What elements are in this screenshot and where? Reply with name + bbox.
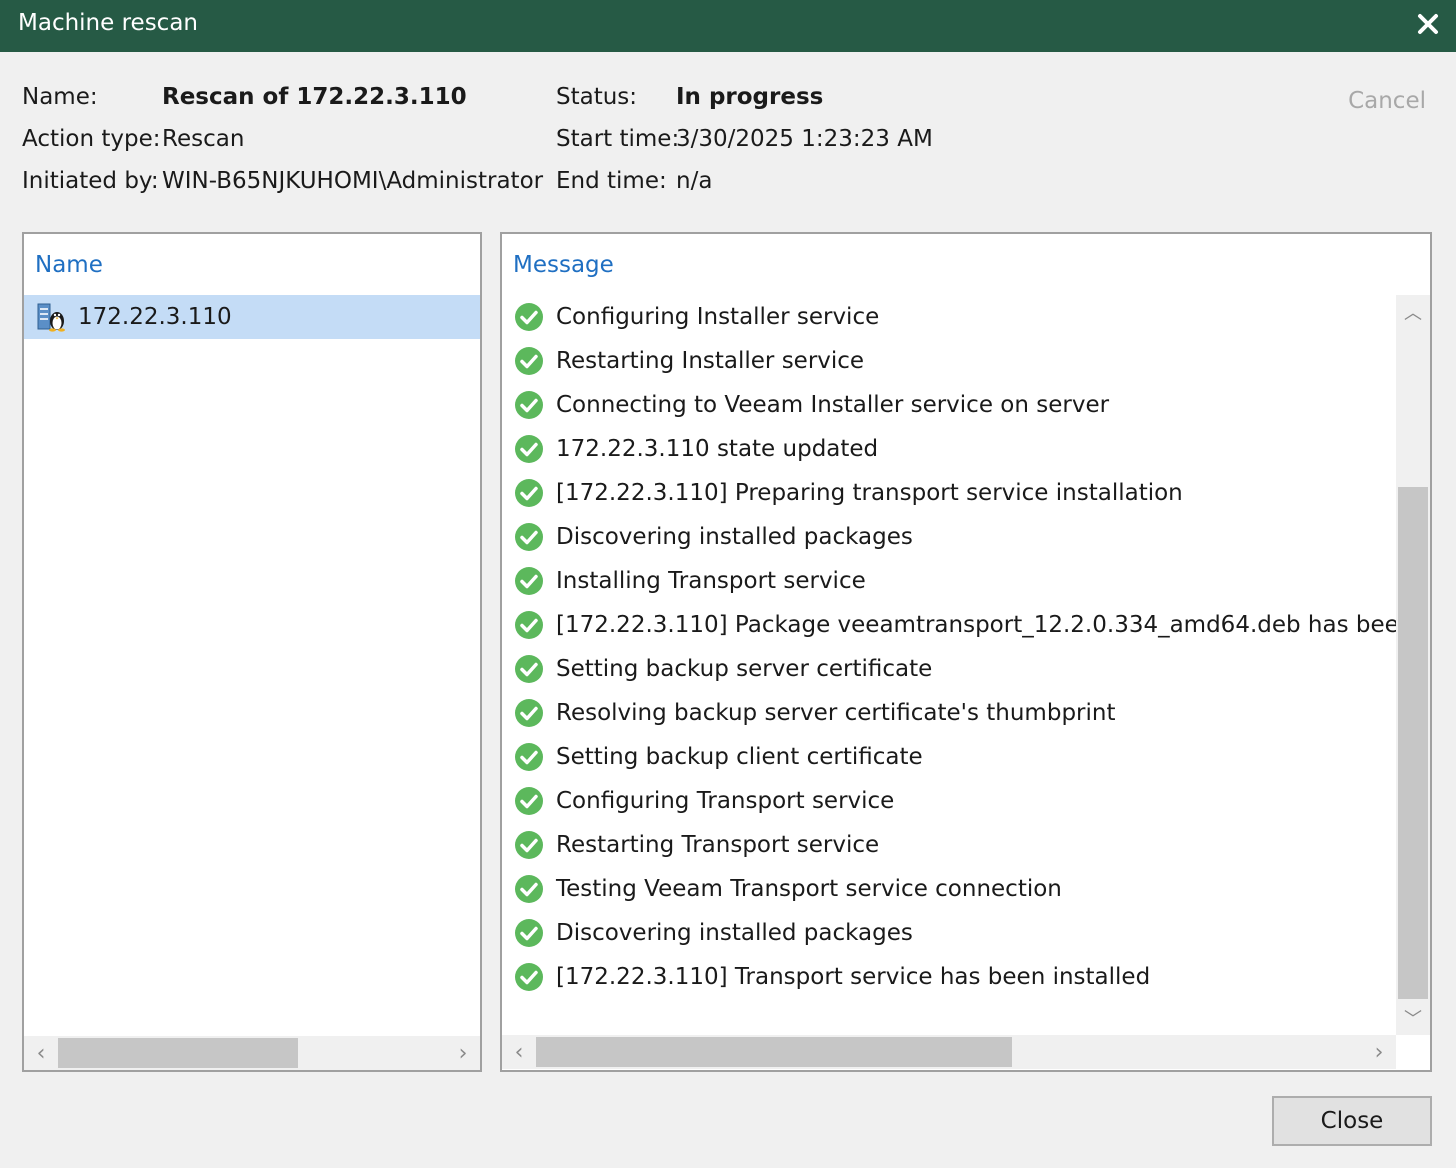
message-text: Restarting Transport service bbox=[556, 832, 880, 858]
horizontal-scroll-thumb[interactable] bbox=[536, 1037, 1012, 1067]
message-row[interactable]: Configuring Transport service bbox=[502, 779, 1396, 823]
action-type-value: Rescan bbox=[162, 126, 245, 152]
message-text: 172.22.3.110 state updated bbox=[556, 436, 879, 462]
success-check-icon bbox=[515, 743, 543, 771]
status-label: Status: bbox=[556, 84, 638, 110]
scrollbar-corner bbox=[1396, 1035, 1430, 1070]
status-value: In progress bbox=[676, 84, 824, 110]
start-time-value: 3/30/2025 1:23:23 AM bbox=[676, 126, 933, 152]
message-text: Testing Veeam Transport service connecti… bbox=[556, 876, 1062, 902]
action-type-label: Action type: bbox=[22, 126, 161, 152]
message-row[interactable]: Discovering installed packages bbox=[502, 911, 1396, 955]
machine-row[interactable]: 172.22.3.110 bbox=[24, 295, 480, 339]
success-check-icon bbox=[515, 479, 543, 507]
message-row[interactable]: 172.22.3.110 state updated bbox=[502, 427, 1396, 471]
linux-server-icon bbox=[37, 303, 65, 332]
message-text: [172.22.3.110] Transport service has bee… bbox=[556, 964, 1151, 990]
success-check-icon bbox=[515, 303, 543, 331]
success-check-icon bbox=[515, 347, 543, 375]
message-column-header[interactable]: Message bbox=[513, 252, 614, 278]
scroll-thumb[interactable] bbox=[58, 1038, 298, 1068]
name-value: Rescan of 172.22.3.110 bbox=[162, 84, 467, 110]
scroll-down-icon[interactable]: ﹀ bbox=[1396, 1003, 1430, 1033]
scroll-left-icon[interactable]: ‹ bbox=[26, 1036, 56, 1070]
message-row[interactable]: Testing Veeam Transport service connecti… bbox=[502, 867, 1396, 911]
message-text: [172.22.3.110] Preparing transport servi… bbox=[556, 480, 1183, 506]
scroll-right-icon[interactable]: › bbox=[1364, 1035, 1394, 1069]
initiated-by-label: Initiated by: bbox=[22, 168, 159, 194]
close-button[interactable]: Close bbox=[1272, 1096, 1432, 1146]
success-check-icon bbox=[515, 391, 543, 419]
message-row[interactable]: Setting backup server certificate bbox=[502, 647, 1396, 691]
message-text: Discovering installed packages bbox=[556, 920, 913, 946]
success-check-icon bbox=[515, 875, 543, 903]
scroll-left-icon[interactable]: ‹ bbox=[504, 1035, 534, 1069]
success-check-icon bbox=[515, 963, 543, 991]
end-time-value: n/a bbox=[676, 168, 713, 194]
message-text: Configuring Transport service bbox=[556, 788, 895, 814]
messages-list: Message Configuring Installer service Res… bbox=[500, 232, 1432, 1072]
left-horizontal-scrollbar[interactable]: ‹ › bbox=[24, 1036, 480, 1070]
vertical-scrollbar[interactable]: ︿ ﹀ bbox=[1396, 295, 1430, 1035]
success-check-icon bbox=[515, 699, 543, 727]
title-bar: Machine rescan bbox=[0, 0, 1456, 52]
success-check-icon bbox=[515, 523, 543, 551]
message-row[interactable]: Resolving backup server certificate's th… bbox=[502, 691, 1396, 735]
name-column-header[interactable]: Name bbox=[35, 252, 103, 278]
success-check-icon bbox=[515, 611, 543, 639]
message-text: Configuring Installer service bbox=[556, 304, 880, 330]
success-check-icon bbox=[515, 655, 543, 683]
message-row[interactable]: [172.22.3.110] Transport service has bee… bbox=[502, 955, 1396, 999]
machines-list: Name 172.22.3.110 ‹ › bbox=[22, 232, 482, 1072]
start-time-label: Start time: bbox=[556, 126, 680, 152]
cancel-button[interactable]: Cancel bbox=[1348, 88, 1426, 114]
initiated-by-value: WIN-B65NJKUHOMI\Administrator bbox=[162, 168, 544, 194]
machine-name: 172.22.3.110 bbox=[78, 304, 232, 330]
message-text: Restarting Installer service bbox=[556, 348, 865, 374]
message-text: [172.22.3.110] Package veeamtransport_12… bbox=[556, 612, 1396, 638]
message-text: Resolving backup server certificate's th… bbox=[556, 700, 1116, 726]
close-window-button[interactable] bbox=[1410, 6, 1446, 42]
success-check-icon bbox=[515, 567, 543, 595]
success-check-icon bbox=[515, 787, 543, 815]
message-row[interactable]: [172.22.3.110] Preparing transport servi… bbox=[502, 471, 1396, 515]
message-row[interactable]: Restarting Installer service bbox=[502, 339, 1396, 383]
message-row[interactable]: [172.22.3.110] Package veeamtransport_12… bbox=[502, 603, 1396, 647]
vertical-scroll-thumb[interactable] bbox=[1398, 487, 1428, 999]
message-row[interactable]: Connecting to Veeam Installer service on… bbox=[502, 383, 1396, 427]
scroll-up-icon[interactable]: ︿ bbox=[1396, 297, 1430, 327]
name-label: Name: bbox=[22, 84, 98, 110]
message-text: Installing Transport service bbox=[556, 568, 866, 594]
message-text: Connecting to Veeam Installer service on… bbox=[556, 392, 1110, 418]
messages-viewport: Configuring Installer service Restarting … bbox=[502, 295, 1396, 1035]
message-row[interactable]: Configuring Installer service bbox=[502, 295, 1396, 339]
success-check-icon bbox=[515, 435, 543, 463]
message-text: Setting backup client certificate bbox=[556, 744, 923, 770]
right-horizontal-scrollbar[interactable]: ‹ › bbox=[502, 1035, 1396, 1069]
message-text: Discovering installed packages bbox=[556, 524, 913, 550]
message-text: Setting backup server certificate bbox=[556, 656, 933, 682]
message-row[interactable]: Discovering installed packages bbox=[502, 515, 1396, 559]
message-row[interactable]: Setting backup client certificate bbox=[502, 735, 1396, 779]
success-check-icon bbox=[515, 919, 543, 947]
message-row[interactable]: Restarting Transport service bbox=[502, 823, 1396, 867]
close-icon bbox=[1418, 14, 1438, 34]
success-check-icon bbox=[515, 831, 543, 859]
message-row[interactable]: Installing Transport service bbox=[502, 559, 1396, 603]
scroll-right-icon[interactable]: › bbox=[448, 1036, 478, 1070]
window-title: Machine rescan bbox=[18, 10, 198, 36]
end-time-label: End time: bbox=[556, 168, 667, 194]
